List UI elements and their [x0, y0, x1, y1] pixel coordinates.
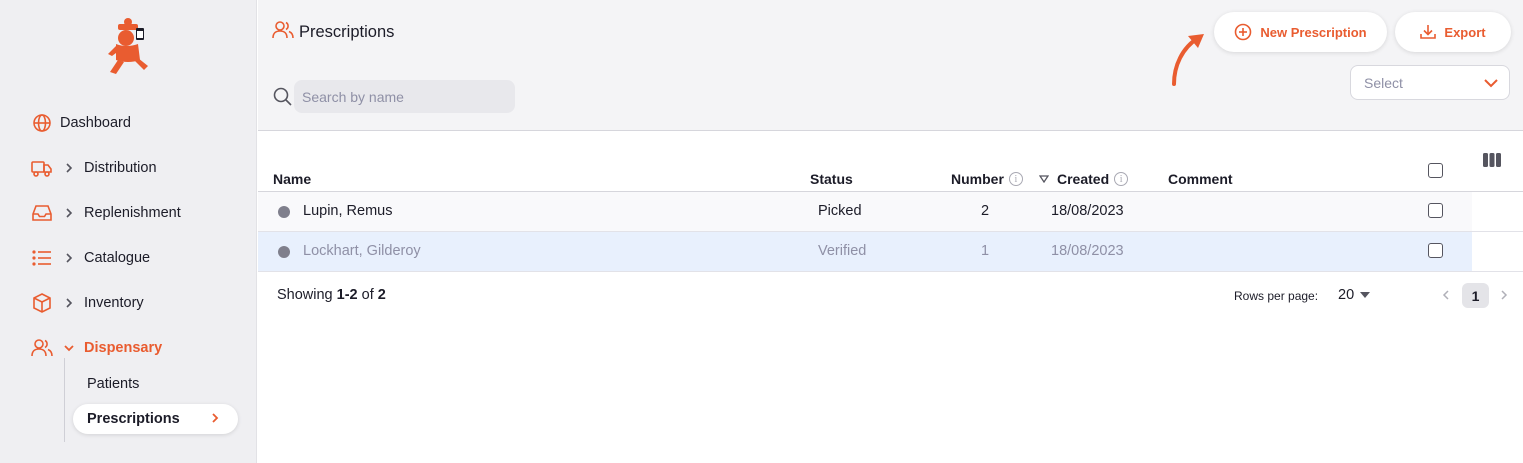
column-header-number[interactable]: Number i	[951, 171, 1023, 187]
search-input[interactable]	[294, 80, 515, 113]
nav-catalogue-label: Catalogue	[84, 250, 151, 266]
select-all-checkbox[interactable]	[1428, 163, 1443, 178]
column-header-status-label: Status	[810, 171, 853, 187]
hint-arrow-icon	[1172, 34, 1204, 86]
row-extension	[1472, 232, 1523, 272]
new-prescription-label: New Prescription	[1260, 24, 1367, 40]
column-header-comment[interactable]: Comment	[1168, 171, 1233, 187]
status-dot	[278, 206, 290, 218]
showing-total: 2	[377, 287, 386, 303]
nav-distribution-label: Distribution	[84, 160, 157, 176]
columns-icon[interactable]	[1482, 152, 1502, 173]
chevron-right-icon	[62, 252, 76, 264]
previous-page-button[interactable]	[1442, 288, 1450, 304]
chevron-right-icon	[62, 162, 76, 174]
column-header-name-label: Name	[273, 171, 312, 187]
download-icon	[1420, 24, 1437, 40]
row-checkbox[interactable]	[1428, 203, 1443, 218]
info-icon[interactable]: i	[1008, 172, 1023, 186]
export-label: Export	[1444, 24, 1486, 40]
cell-number: 2	[981, 203, 990, 219]
caret-down-icon	[1360, 292, 1371, 298]
status-dot	[278, 246, 290, 258]
app-logo[interactable]	[104, 14, 152, 76]
nav-dashboard-label: Dashboard	[60, 115, 131, 131]
cell-name: Lockhart, Gilderoy	[303, 243, 421, 259]
table-header: Name Status Number i Created i Comment	[258, 132, 1523, 192]
nav-replenishment[interactable]: Replenishment	[31, 201, 181, 225]
rows-per-page-select[interactable]: 20	[1338, 287, 1371, 303]
nav-replenishment-label: Replenishment	[84, 205, 181, 221]
search-icon	[272, 86, 294, 108]
chevron-down-icon	[62, 344, 76, 352]
column-header-comment-label: Comment	[1168, 171, 1233, 187]
nav-catalogue[interactable]: Catalogue	[31, 246, 150, 270]
page-header: Prescriptions New Prescription Export Se…	[258, 0, 1523, 131]
submenu-divider	[64, 358, 65, 442]
sidebar-item-patients[interactable]: Patients	[87, 376, 139, 392]
showing-range: 1-2	[336, 287, 358, 303]
page-title-text: Prescriptions	[299, 23, 395, 41]
nav-dispensary[interactable]: Dispensary	[31, 336, 162, 360]
cell-created: 18/08/2023	[1051, 243, 1124, 259]
users-icon	[31, 337, 53, 359]
cell-status: Picked	[818, 203, 862, 219]
showing-prefix: Showing	[277, 287, 337, 303]
column-header-created-label: Created	[1057, 171, 1110, 187]
next-page-button[interactable]	[1500, 288, 1508, 304]
showing-count: Showing 1-2 of 2	[277, 287, 386, 303]
box-icon	[31, 292, 53, 314]
cell-created: 18/08/2023	[1051, 203, 1124, 219]
nav-inventory[interactable]: Inventory	[31, 291, 144, 315]
cell-name: Lupin, Remus	[303, 203, 393, 219]
column-header-name[interactable]: Name	[273, 171, 311, 187]
table-footer: Showing 1-2 of 2 Rows per page: 20 1	[258, 272, 1523, 318]
rows-per-page-label: Rows per page:	[1234, 289, 1319, 303]
truck-icon	[31, 157, 53, 179]
nav-dashboard[interactable]: Dashboard	[31, 111, 131, 135]
cell-status: Verified	[818, 243, 867, 259]
users-icon	[272, 20, 294, 45]
cell-number: 1	[981, 243, 990, 259]
nav-dispensary-label: Dispensary	[84, 340, 163, 356]
column-header-created[interactable]: Created i	[1039, 171, 1129, 187]
sidebar-item-prescriptions-label: Prescriptions	[87, 411, 180, 427]
nav-inventory-label: Inventory	[84, 295, 144, 311]
showing-of: of	[357, 287, 378, 303]
nav-distribution[interactable]: Distribution	[31, 156, 157, 180]
row-extension	[1472, 192, 1523, 232]
plus-circle-icon	[1234, 23, 1252, 41]
sidebar: Dashboard Distribution Replenishment Cat…	[0, 0, 257, 463]
search-box	[272, 80, 515, 113]
sort-descending-icon	[1039, 175, 1049, 183]
chevron-right-icon	[62, 297, 76, 309]
rows-per-page-value: 20	[1338, 287, 1355, 303]
column-header-number-label: Number	[951, 171, 1004, 187]
inbox-icon	[31, 202, 53, 224]
list-icon	[31, 247, 53, 269]
column-header-status[interactable]: Status	[810, 171, 853, 187]
filter-select[interactable]: Select	[1350, 65, 1510, 100]
current-page-button[interactable]: 1	[1462, 283, 1489, 308]
chevron-right-icon	[62, 207, 76, 219]
globe-icon	[31, 112, 53, 134]
table-row[interactable]: Lockhart, Gilderoy Verified 1 18/08/2023	[258, 232, 1472, 272]
info-icon[interactable]: i	[1114, 172, 1129, 186]
chevron-down-icon	[1483, 76, 1499, 92]
filter-select-placeholder: Select	[1364, 74, 1403, 91]
table-row[interactable]: Lupin, Remus Picked 2 18/08/2023	[258, 192, 1472, 232]
row-checkbox[interactable]	[1428, 243, 1443, 258]
export-button[interactable]: Export	[1395, 12, 1511, 52]
chevron-right-icon	[211, 412, 219, 428]
new-prescription-button[interactable]: New Prescription	[1214, 12, 1387, 52]
sidebar-item-prescriptions[interactable]: Prescriptions	[73, 404, 238, 434]
page-title: Prescriptions	[272, 20, 394, 45]
